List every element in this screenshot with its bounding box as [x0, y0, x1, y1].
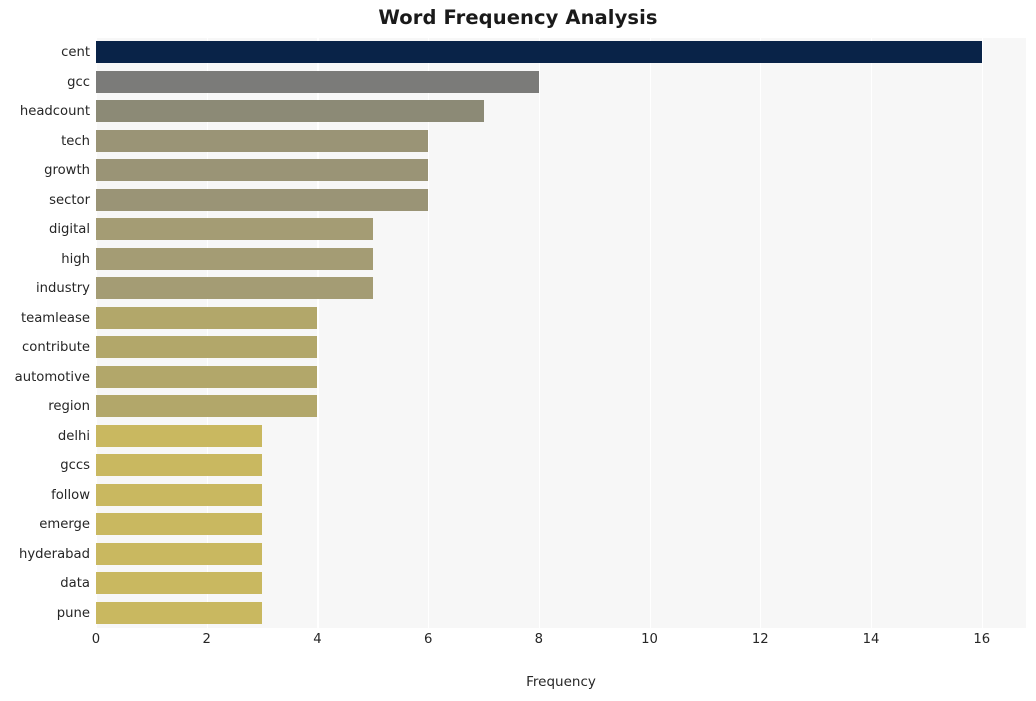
bar-row[interactable]	[96, 333, 1026, 363]
x-axis-tick-labels: 0 2 4 6 8 10 12 14 16	[0, 632, 1036, 656]
bar[interactable]	[96, 100, 484, 123]
x-tick-label: 6	[423, 632, 433, 647]
bar-row[interactable]	[96, 245, 1026, 275]
bar-row[interactable]	[96, 363, 1026, 393]
bar[interactable]	[96, 601, 263, 624]
y-tick-label: contribute	[22, 340, 90, 355]
bar[interactable]	[96, 365, 318, 388]
bar-row[interactable]	[96, 422, 1026, 452]
y-tick-label: gcc	[67, 74, 90, 90]
x-axis-label: Frequency	[526, 674, 596, 690]
y-tick-label: growth	[44, 163, 90, 178]
bar[interactable]	[96, 277, 373, 300]
bar[interactable]	[96, 483, 263, 506]
bar[interactable]	[96, 247, 373, 270]
y-tick-label: teamlease	[20, 310, 90, 326]
bar-row[interactable]	[96, 156, 1026, 186]
bar-row[interactable]	[96, 127, 1026, 157]
y-tick-label: tech	[61, 133, 90, 149]
y-tick-label: follow	[51, 487, 90, 503]
y-axis-tick-labels: cent gcc headcount tech growth sector digital h…	[0, 38, 90, 628]
x-tick-label: 0	[91, 632, 101, 647]
bar-row[interactable]	[96, 481, 1026, 511]
chart-title: Word Frequency Analysis	[378, 6, 658, 29]
bars-layer	[96, 38, 1026, 628]
y-tick-label: headcount	[19, 104, 90, 119]
bar[interactable]	[96, 129, 429, 152]
bar-row[interactable]	[96, 274, 1026, 304]
bar-row[interactable]	[96, 68, 1026, 98]
y-tick-label: emerge	[39, 517, 90, 532]
bar[interactable]	[96, 513, 263, 536]
bar[interactable]	[96, 159, 429, 182]
bar[interactable]	[96, 395, 318, 418]
bar-row[interactable]	[96, 451, 1026, 481]
y-tick-label: high	[61, 251, 90, 267]
y-tick-label: cent	[61, 45, 90, 60]
bar[interactable]	[96, 70, 539, 93]
x-tick-label: 8	[534, 632, 544, 647]
bar-row[interactable]	[96, 599, 1026, 629]
x-tick-label: 12	[751, 632, 769, 647]
bar-row[interactable]	[96, 540, 1026, 570]
bar[interactable]	[96, 336, 318, 359]
y-tick-label: automotive	[14, 369, 90, 385]
bar-row[interactable]	[96, 186, 1026, 216]
bar[interactable]	[96, 218, 373, 241]
bar-row[interactable]	[96, 510, 1026, 540]
y-tick-label: pune	[56, 605, 90, 621]
bar-row[interactable]	[96, 304, 1026, 334]
bar[interactable]	[96, 424, 263, 447]
plot-area	[96, 38, 1026, 628]
bar-row[interactable]	[96, 569, 1026, 599]
y-tick-label: region	[48, 399, 90, 414]
y-tick-label: data	[60, 576, 90, 591]
bar-row[interactable]	[96, 38, 1026, 68]
y-tick-label: digital	[49, 222, 90, 237]
bar[interactable]	[96, 188, 429, 211]
y-tick-label: gccs	[60, 458, 90, 473]
bar[interactable]	[96, 454, 263, 477]
chart-figure: Word Frequency Analysis cent gcc headcount…	[0, 0, 1036, 701]
bar-row[interactable]	[96, 97, 1026, 127]
y-tick-label: sector	[49, 192, 90, 208]
y-tick-label: hyderabad	[19, 546, 90, 562]
bar-row[interactable]	[96, 215, 1026, 245]
x-tick-label: 16	[973, 632, 991, 647]
x-tick-label: 2	[202, 632, 211, 647]
bar[interactable]	[96, 306, 318, 329]
bar-row[interactable]	[96, 392, 1026, 422]
bar[interactable]	[96, 542, 263, 565]
x-tick-label: 4	[313, 632, 322, 647]
y-tick-label: delhi	[57, 428, 90, 444]
x-tick-label: 14	[862, 632, 880, 647]
y-tick-label: industry	[35, 281, 90, 296]
x-tick-label: 10	[641, 632, 658, 647]
bar[interactable]	[96, 41, 982, 64]
bar[interactable]	[96, 572, 263, 595]
